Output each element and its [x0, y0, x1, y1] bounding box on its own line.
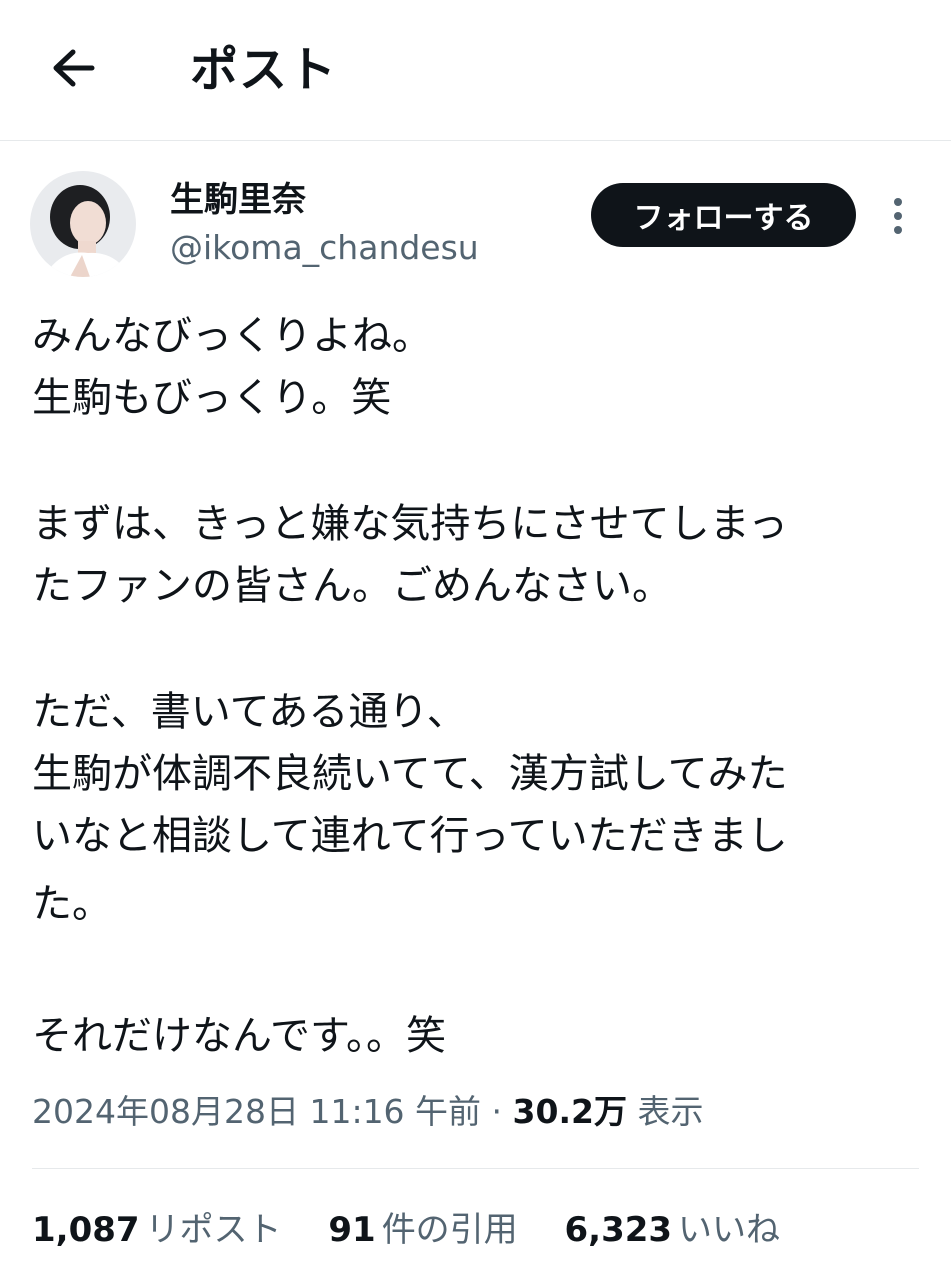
quotes-stat[interactable]: 91 件の引用: [328, 1205, 517, 1255]
tweet-line-break: [32, 941, 922, 1005]
quotes-label: 件の引用: [381, 1210, 518, 1250]
meta-separator: ·: [491, 1092, 503, 1131]
reposts-count: 1,087: [32, 1210, 140, 1250]
avatar[interactable]: [30, 171, 136, 277]
engagement-stats: 1,087 リポスト 91 件の引用 6,323 いいね: [32, 1205, 816, 1255]
vertical-dots-icon: [880, 198, 916, 242]
tweet-line-break: [32, 617, 922, 681]
tweet-line: 生駒もびっくり。笑: [32, 375, 392, 421]
arrow-left-icon: [44, 40, 104, 100]
views-label: 表示: [637, 1092, 704, 1131]
tweet-line: それだけなんです。。笑: [32, 1013, 446, 1059]
follow-button[interactable]: フォローする: [591, 183, 856, 247]
author-display-name[interactable]: 生駒里奈: [170, 178, 306, 222]
tweet-line: 生駒が体調不良続いてて、漢方試してみた: [32, 751, 788, 797]
header-divider: [0, 140, 951, 141]
views-count: 30.2万: [512, 1092, 627, 1131]
page-title: ポスト: [190, 42, 338, 98]
likes-stat[interactable]: 6,323 いいね: [565, 1205, 781, 1255]
tweet-line: ただ、書いてある通り、: [32, 689, 467, 735]
post-timestamp[interactable]: 2024年08月28日 11:16 午前: [32, 1092, 481, 1131]
likes-count: 6,323: [564, 1210, 673, 1250]
more-options-button[interactable]: [880, 194, 916, 238]
tweet-line: まずは、きっと嫌な気持ちにさせてしまっ: [32, 501, 788, 547]
tweet-line-break: [32, 429, 922, 493]
likes-label: いいね: [678, 1210, 781, 1250]
post-meta: 2024年08月28日 11:16 午前 · 30.2万 表示: [32, 1087, 703, 1137]
tweet-line: いなと相談して連れて行っていただきまし: [32, 813, 788, 859]
quotes-count: 91: [328, 1210, 376, 1250]
reposts-label: リポスト: [145, 1210, 282, 1250]
meta-divider: [32, 1168, 919, 1169]
tweet-line: みんなびっくりよね。: [32, 313, 432, 359]
top-bar: ポスト: [0, 0, 951, 140]
back-button[interactable]: [44, 40, 104, 100]
reposts-stat[interactable]: 1,087 リポスト: [32, 1205, 282, 1255]
tweet-body: みんなびっくりよね。 生駒もびっくり。笑 まずは、きっと嫌な気持ちにさせてしまっ…: [32, 305, 922, 1067]
author-handle[interactable]: @ikoma_chandesu: [170, 226, 479, 270]
tweet-line: たファンの皆さん。ごめんなさい。: [32, 563, 672, 609]
tweet-line: た。: [32, 881, 112, 927]
